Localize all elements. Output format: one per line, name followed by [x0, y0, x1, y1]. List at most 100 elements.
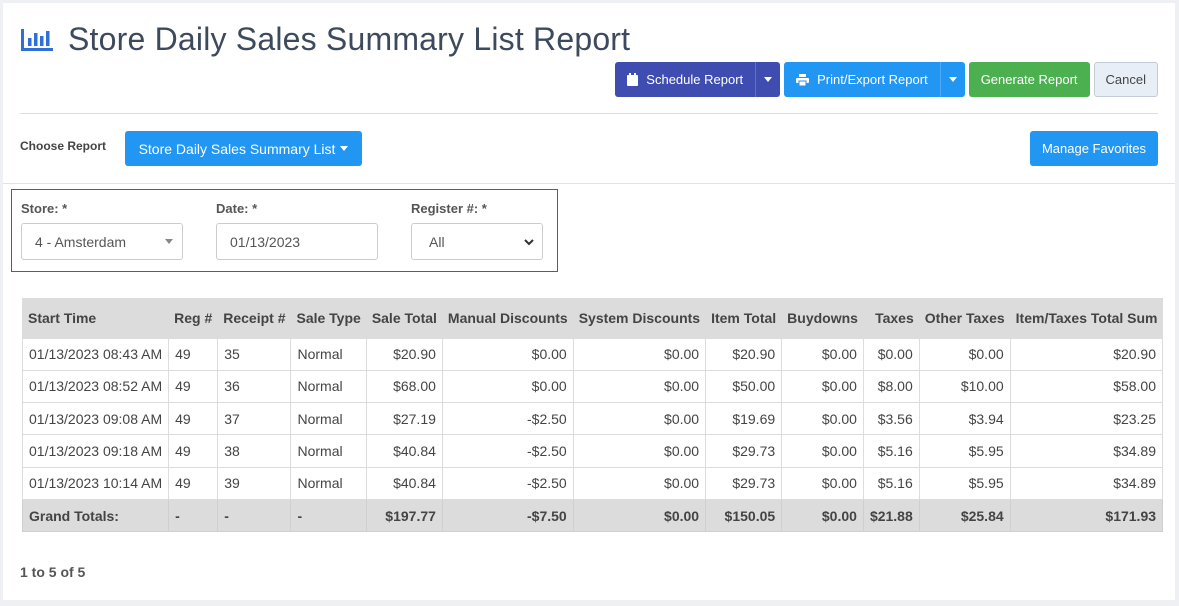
table-cell: $29.73 — [705, 434, 783, 468]
table-cell: $0.00 — [781, 434, 864, 468]
column-header[interactable]: Sale Type — [290, 298, 367, 338]
pagination-summary: 1 to 5 of 5 — [20, 564, 86, 580]
table-cell: $58.00 — [1009, 369, 1164, 404]
table-cell: $40.84 — [365, 466, 443, 500]
table-cell: Normal — [290, 369, 367, 404]
table-row: 01/13/2023 10:14 AM 49 39 Normal $40.84 … — [21, 466, 1164, 500]
page-title: Store Daily Sales Summary List Report — [68, 21, 631, 57]
schedule-report-dropdown-toggle[interactable] — [755, 62, 781, 97]
table-cell: $20.90 — [365, 337, 443, 371]
table-cell: 49 — [168, 466, 219, 500]
generate-report-button[interactable]: Generate Report — [968, 62, 1090, 97]
manage-favorites-button[interactable]: Manage Favorites — [1030, 131, 1158, 166]
table-cell: $3.56 — [862, 402, 920, 436]
table-cell: $0.00 — [572, 434, 707, 468]
table-row: 01/13/2023 08:52 AM 49 36 Normal $68.00 … — [21, 369, 1164, 404]
caret-down-icon — [165, 239, 173, 244]
table-cell: Normal — [290, 434, 367, 468]
table-cell: $0.00 — [918, 337, 1011, 371]
column-header[interactable]: Start Time — [21, 298, 169, 338]
totals-cell: - — [217, 498, 292, 533]
report-table: Start Time Reg # Receipt # Sale Type Sal… — [21, 298, 1164, 533]
table-cell: $27.19 — [365, 402, 443, 436]
caret-down-icon — [764, 77, 773, 82]
print-export-group: Print/Export Report — [784, 62, 965, 97]
store-select[interactable]: 4 - Amsterdam — [21, 223, 183, 260]
table-cell: 38 — [217, 434, 292, 468]
table-cell: 01/13/2023 10:14 AM — [21, 466, 170, 500]
totals-cell: $150.05 — [705, 498, 783, 533]
date-label: Date: * — [216, 201, 258, 216]
column-header[interactable]: Buydowns — [781, 298, 864, 338]
register-select[interactable]: All — [411, 223, 543, 260]
table-cell: 49 — [168, 402, 219, 436]
table-cell: $0.00 — [781, 402, 864, 436]
table-cell: 01/13/2023 09:18 AM — [21, 434, 170, 468]
report-selector-dropdown[interactable]: Store Daily Sales Summary List — [125, 131, 362, 166]
table-cell: $5.95 — [918, 434, 1011, 468]
table-cell: $5.16 — [862, 434, 920, 468]
grand-totals-row: Grand Totals: - - - $197.77 -$7.50 $0.00… — [21, 498, 1164, 533]
report-selector-value: Store Daily Sales Summary List — [138, 140, 336, 157]
store-select-value: 4 - Amsterdam — [35, 233, 127, 250]
table-cell: $23.25 — [1009, 402, 1164, 436]
totals-cell: -$7.50 — [441, 498, 574, 533]
print-export-label: Print/Export Report — [817, 72, 928, 87]
column-header[interactable]: Item Total — [705, 298, 782, 338]
table-row: 01/13/2023 08:43 AM 49 35 Normal $20.90 … — [21, 337, 1164, 371]
schedule-report-label: Schedule Report — [646, 72, 744, 87]
table-cell: $19.69 — [705, 402, 783, 436]
divider — [20, 113, 1158, 114]
table-cell: 49 — [168, 434, 219, 468]
bar-chart-icon — [21, 28, 53, 51]
table-cell: $34.89 — [1009, 466, 1164, 500]
table-cell: $0.00 — [572, 466, 707, 500]
table-cell: $0.00 — [441, 337, 574, 371]
table-cell: -$2.50 — [441, 466, 574, 500]
chevron-down-icon — [524, 239, 534, 246]
column-header[interactable]: Manual Discounts — [441, 298, 574, 338]
printer-icon — [796, 73, 810, 86]
table-cell: $8.00 — [862, 369, 920, 404]
table-cell: 01/13/2023 08:52 AM — [21, 369, 170, 404]
table-cell: $3.94 — [918, 402, 1011, 436]
caret-down-icon — [948, 77, 957, 82]
column-header[interactable]: Sale Total — [365, 298, 443, 338]
table-cell: 01/13/2023 08:43 AM — [21, 337, 170, 371]
table-cell: $29.73 — [705, 466, 783, 500]
table-cell: 39 — [217, 466, 292, 500]
totals-cell: $0.00 — [572, 498, 707, 533]
totals-cell: $25.84 — [918, 498, 1011, 533]
table-cell: 35 — [217, 337, 292, 371]
schedule-report-group: Schedule Report — [615, 62, 781, 97]
print-export-dropdown-toggle[interactable] — [939, 62, 965, 97]
table-cell: $68.00 — [365, 369, 443, 404]
date-input[interactable]: 01/13/2023 — [216, 223, 378, 260]
table-cell: $0.00 — [572, 337, 707, 371]
table-row: 01/13/2023 09:18 AM 49 38 Normal $40.84 … — [21, 434, 1164, 468]
table-cell: -$2.50 — [441, 402, 574, 436]
register-select-value: All — [429, 233, 445, 250]
schedule-report-button[interactable]: Schedule Report — [615, 62, 756, 97]
table-row: 01/13/2023 09:08 AM 49 37 Normal $27.19 … — [21, 402, 1164, 436]
table-cell: $10.00 — [918, 369, 1011, 404]
totals-cell: - — [168, 498, 219, 533]
column-header[interactable]: Other Taxes — [918, 298, 1011, 338]
column-header[interactable]: Reg # — [168, 298, 218, 338]
register-label: Register #: * — [411, 201, 487, 216]
print-export-button[interactable]: Print/Export Report — [784, 62, 940, 97]
totals-cell: $197.77 — [365, 498, 443, 533]
column-header[interactable]: Item/Taxes Total Sum — [1009, 298, 1163, 338]
cancel-button[interactable]: Cancel — [1093, 62, 1158, 97]
table-cell: $0.00 — [862, 337, 920, 371]
totals-cell: $21.88 — [862, 498, 920, 533]
table-cell: 49 — [168, 337, 219, 371]
table-cell: $0.00 — [441, 369, 574, 404]
column-header[interactable]: Receipt # — [217, 298, 291, 338]
column-header[interactable]: Taxes — [862, 298, 920, 338]
totals-cell: $0.00 — [781, 498, 864, 533]
table-cell: 36 — [217, 369, 292, 404]
totals-cell: - — [290, 498, 367, 533]
column-header[interactable]: System Discounts — [572, 298, 706, 338]
table-cell: $0.00 — [781, 466, 864, 500]
